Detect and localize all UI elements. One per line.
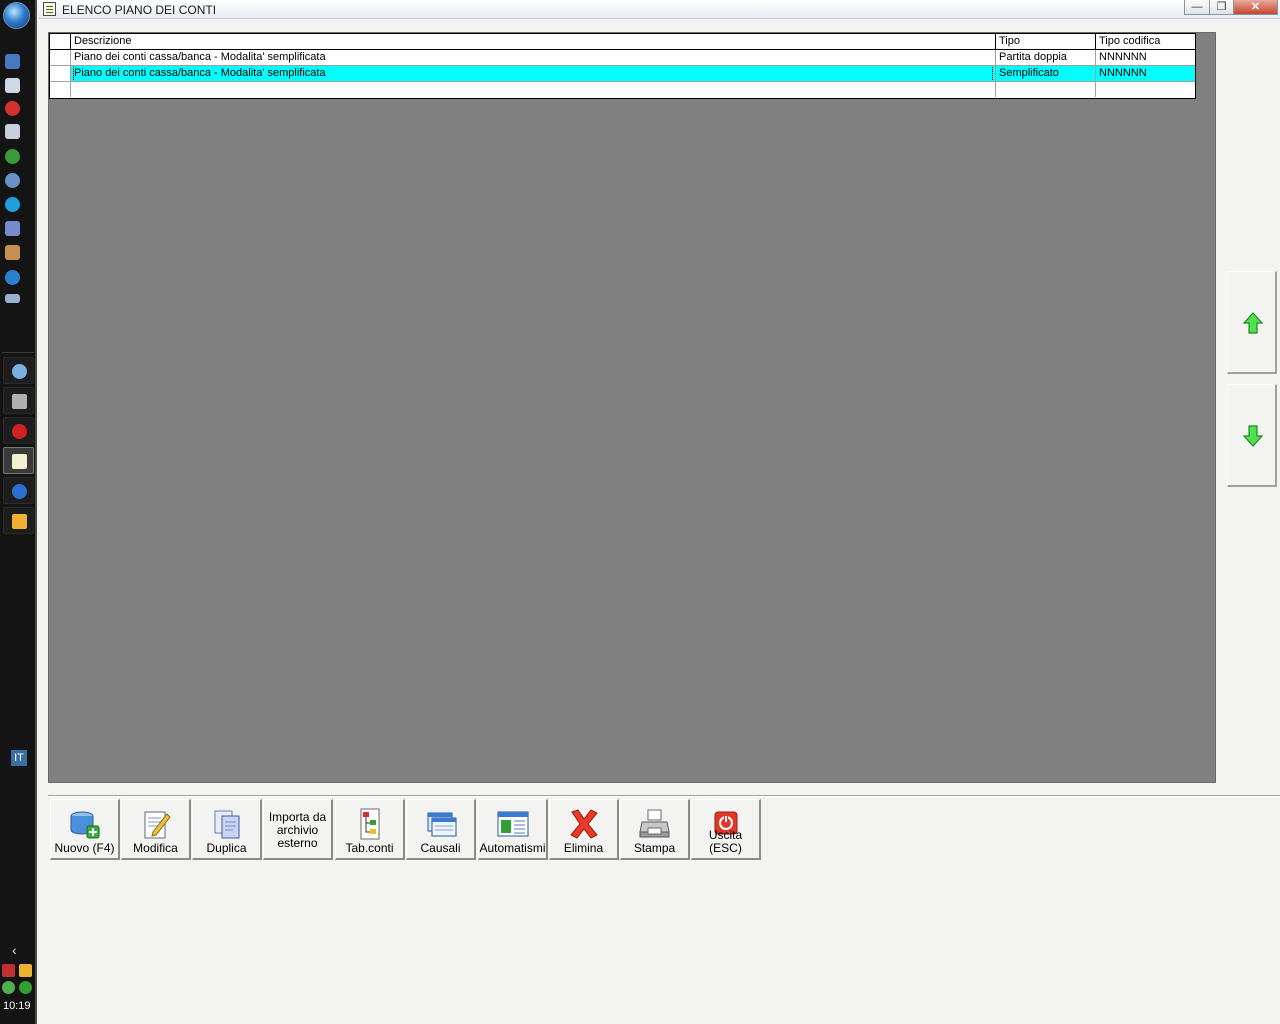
frog-icon[interactable] — [5, 149, 20, 164]
grid-area: Descrizione Tipo Tipo codifica Piano dei… — [48, 32, 1216, 783]
users-icon — [12, 364, 27, 379]
desktop-icon[interactable] — [5, 54, 20, 69]
add-database-icon — [70, 811, 100, 839]
cell-descrizione-text: Piano dei conti cassa/banca - Modalita' … — [73, 66, 993, 81]
user-tray-icon[interactable] — [2, 981, 15, 994]
importa-label: Importa da archivio esterno — [268, 810, 327, 850]
causali-label: Causali — [420, 841, 461, 855]
table-row-selected[interactable]: Piano dei conti cassa/banca - Modalita' … — [50, 66, 1195, 82]
green-arrow-down-icon — [1242, 425, 1264, 447]
cell-tipo-codifica[interactable]: NNNNNN — [1096, 66, 1195, 81]
window-title: ELENCO PIANO DEI CONTI — [62, 3, 217, 17]
edit-document-icon — [144, 811, 171, 839]
taskbar-button-strawberry[interactable] — [3, 417, 34, 444]
spreadsheet-window-icon — [497, 811, 529, 837]
table-row-new[interactable] — [50, 82, 1195, 98]
nuovo-button[interactable]: Nuovo (F4) — [50, 799, 120, 860]
app-list-icon — [43, 2, 56, 16]
taskbar-button-piano-conti[interactable] — [3, 447, 34, 474]
taskbar-button-ie[interactable] — [3, 477, 34, 504]
green-arrow-up-icon — [1242, 312, 1264, 334]
cell-descrizione[interactable] — [71, 82, 996, 97]
delete-x-icon — [570, 809, 598, 839]
toolbar-separator — [48, 795, 1280, 797]
tab-conti-label: Tab.conti — [345, 841, 394, 855]
cell-tipo-codifica[interactable] — [1096, 82, 1195, 97]
uscita-button[interactable]: Uscita (ESC) — [691, 799, 761, 860]
importa-button[interactable]: Importa da archivio esterno — [263, 799, 333, 860]
language-indicator[interactable]: IT — [11, 750, 27, 766]
strawberry-icon — [12, 424, 27, 439]
tv-icon[interactable] — [5, 124, 20, 139]
restore-button[interactable]: ❐ — [1209, 0, 1234, 15]
uscita-label: Uscita (ESC) — [708, 828, 743, 855]
row-indicator-header — [50, 34, 71, 49]
duplica-button[interactable]: Duplica — [192, 799, 262, 860]
chevron-left-icon[interactable]: ‹ — [12, 942, 17, 958]
elimina-label: Elimina — [563, 841, 604, 855]
list-icon — [12, 454, 27, 469]
close-button[interactable]: ✕ — [1233, 0, 1278, 15]
globe-icon[interactable] — [5, 173, 20, 188]
home-icon[interactable] — [5, 245, 20, 260]
taskbar-button-tools[interactable] — [3, 387, 34, 414]
tab-conti-button[interactable]: Tab.conti — [335, 799, 405, 860]
column-header-tipo-codifica[interactable]: Tipo codifica — [1096, 34, 1195, 49]
column-header-descrizione[interactable]: Descrizione — [71, 34, 996, 49]
stampa-label: Stampa — [633, 841, 676, 855]
elimina-button[interactable]: Elimina — [549, 799, 619, 860]
window-titlebar: ELENCO PIANO DEI CONTI — ❐ ✕ — [39, 0, 1280, 19]
cell-tipo[interactable] — [996, 82, 1096, 97]
clock-tray-icon[interactable] — [19, 964, 32, 977]
cell-tipo-codifica[interactable]: NNNNNN — [1096, 50, 1195, 65]
taskbar: IT ‹ 10:19 — [0, 0, 37, 1024]
search-icon[interactable] — [5, 270, 20, 285]
start-button[interactable] — [3, 2, 30, 29]
scroll-up-button[interactable] — [1227, 271, 1277, 374]
causali-button[interactable]: Causali — [406, 799, 476, 860]
grid-header: Descrizione Tipo Tipo codifica — [50, 34, 1195, 50]
modifica-label: Modifica — [133, 841, 178, 855]
network-icon[interactable] — [2, 964, 15, 977]
duplicate-icon — [214, 810, 240, 839]
modifica-button[interactable]: Modifica — [121, 799, 191, 860]
minimize-button[interactable]: — — [1184, 0, 1210, 15]
stampa-button[interactable]: Stampa — [620, 799, 690, 860]
taskbar-button-users[interactable] — [3, 357, 34, 384]
printer-icon — [639, 809, 670, 838]
cell-descrizione[interactable]: Piano dei conti cassa/banca - Modalita' … — [71, 66, 996, 81]
cell-tipo[interactable]: Semplificato — [996, 66, 1096, 81]
column-header-tipo[interactable]: Tipo — [996, 34, 1096, 49]
document-icon[interactable] — [5, 78, 20, 93]
automatismi-button[interactable]: Automatismi — [478, 799, 548, 860]
row-indicator[interactable] — [50, 82, 71, 97]
checkbox-icon[interactable] — [5, 221, 20, 236]
nuovo-label: Nuovo (F4) — [54, 841, 115, 855]
skype-icon[interactable] — [5, 197, 20, 212]
cell-tipo[interactable]: Partita doppia — [996, 50, 1096, 65]
app-red-icon[interactable] — [5, 101, 20, 116]
windows-stack-icon — [427, 812, 457, 837]
taskbar-clock[interactable]: 10:19 — [3, 1000, 31, 1012]
taskbar-button-clock[interactable] — [3, 507, 34, 534]
keyboard-icon[interactable] — [5, 294, 20, 303]
sync-tray-icon[interactable] — [19, 981, 32, 994]
row-indicator[interactable] — [50, 66, 71, 81]
clock-icon — [12, 514, 27, 529]
automatismi-label: Automatismi — [479, 841, 546, 855]
tools-icon — [12, 394, 27, 409]
accounts-grid[interactable]: Descrizione Tipo Tipo codifica Piano dei… — [49, 33, 1196, 99]
duplica-label: Duplica — [206, 841, 247, 855]
scroll-down-button[interactable] — [1227, 384, 1277, 487]
tree-structure-icon — [360, 808, 380, 840]
row-indicator[interactable] — [50, 50, 71, 65]
table-row[interactable]: Piano dei conti cassa/banca - Modalita' … — [50, 50, 1195, 66]
internet-explorer-icon — [12, 484, 27, 499]
cell-descrizione[interactable]: Piano dei conti cassa/banca - Modalita' … — [71, 50, 996, 65]
